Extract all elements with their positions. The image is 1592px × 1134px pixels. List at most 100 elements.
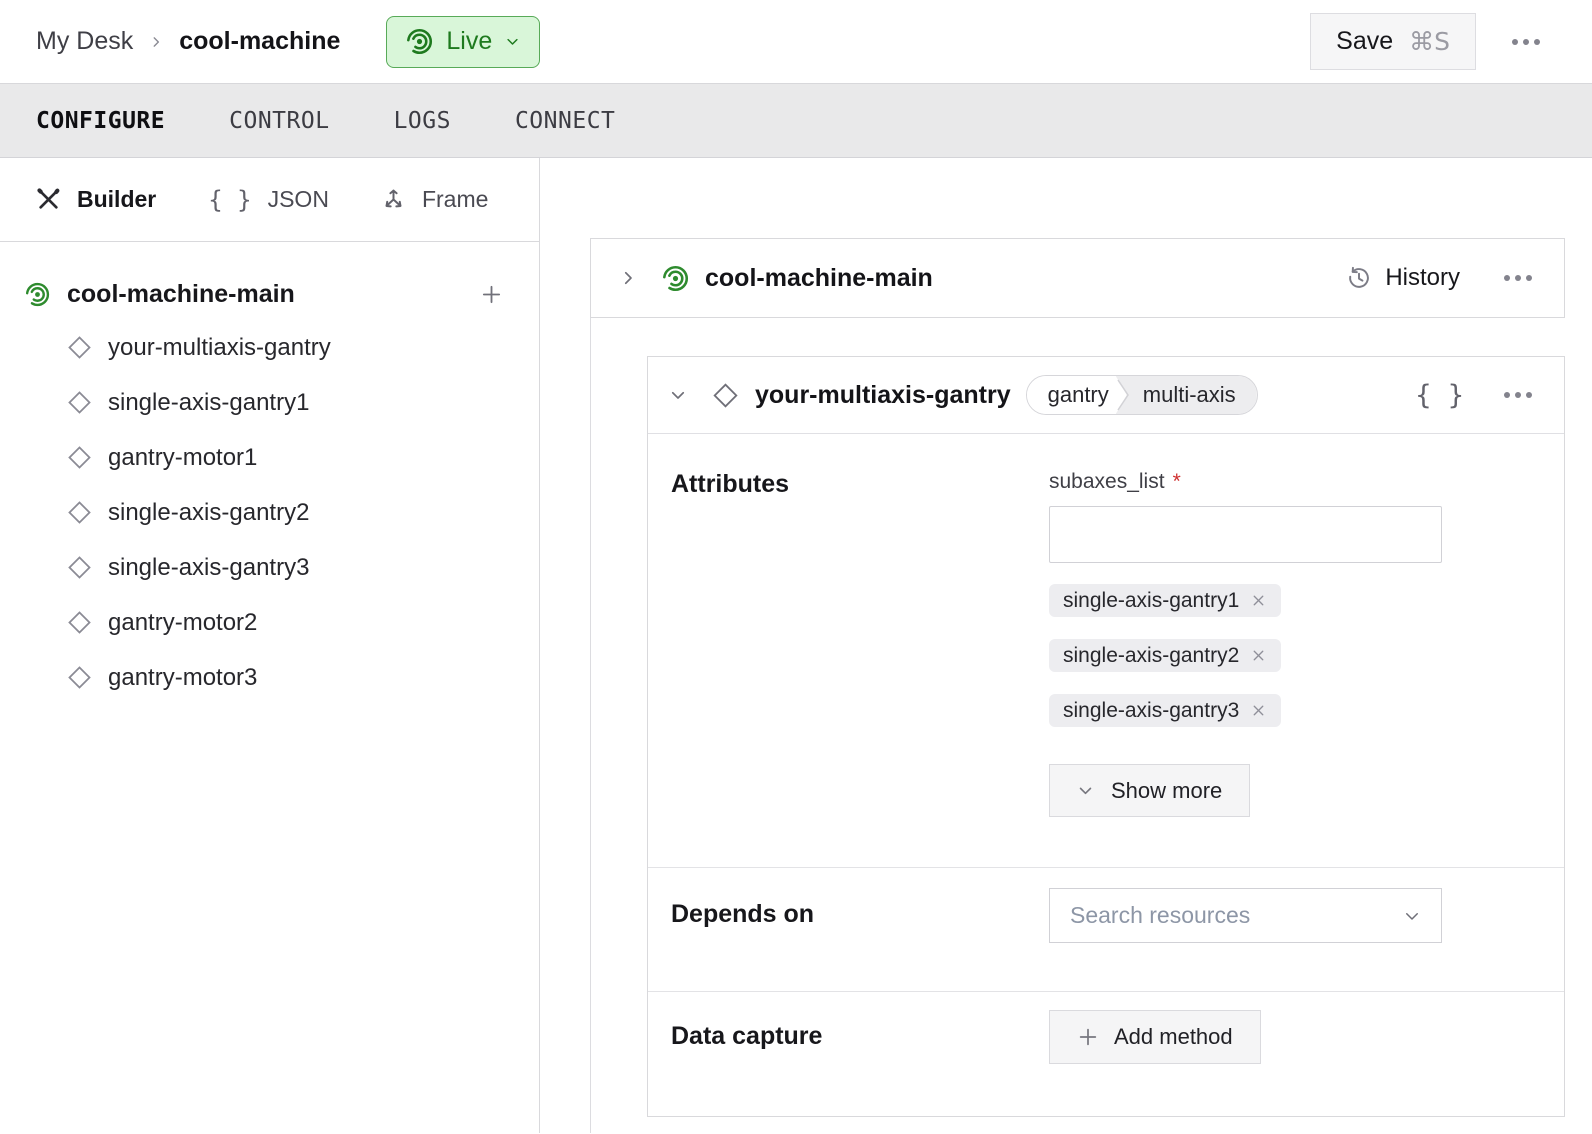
- data-capture-section-label: Data capture: [671, 1022, 1049, 1117]
- tree-item-label: single-axis-gantry3: [108, 554, 309, 582]
- attributes-section-label: Attributes: [671, 470, 1049, 867]
- component-type-tag: gantry multi-axis: [1026, 375, 1258, 415]
- save-button-label: Save: [1336, 27, 1393, 56]
- component-card-header: your-multiaxis-gantry gantry multi-axis …: [648, 357, 1564, 434]
- collapse-chevron-down-icon[interactable]: [669, 386, 687, 404]
- chevron-down-icon: [1077, 782, 1094, 799]
- machine-part-title: cool-machine-main: [705, 264, 933, 293]
- component-overflow-menu-button[interactable]: [1498, 386, 1538, 404]
- depends-on-section-label: Depends on: [671, 900, 1049, 991]
- component-card: your-multiaxis-gantry gantry multi-axis …: [647, 356, 1565, 1117]
- component-diamond-icon: [67, 555, 92, 580]
- chevron-down-icon: [505, 34, 520, 49]
- tree-item-label: your-multiaxis-gantry: [108, 334, 331, 362]
- mode-json[interactable]: { } JSON: [208, 186, 329, 214]
- mode-frame[interactable]: Frame: [381, 186, 488, 213]
- tree-item-single-axis-gantry1[interactable]: single-axis-gantry1: [0, 375, 539, 430]
- subaxes-chip-list: single-axis-gantry1 single-axis-gantry2: [1049, 584, 1564, 727]
- tree-item-gantry-motor1[interactable]: gantry-motor1: [0, 430, 539, 485]
- tree-item-your-multiaxis-gantry[interactable]: your-multiaxis-gantry: [0, 320, 539, 375]
- history-button-label: History: [1385, 264, 1460, 292]
- remove-chip-x-icon[interactable]: [1250, 647, 1267, 664]
- component-diamond-icon: [67, 500, 92, 525]
- tree-item-gantry-motor3[interactable]: gantry-motor3: [0, 650, 539, 705]
- configure-main-panel: cool-machine-main History your-: [540, 158, 1592, 1133]
- tab-control[interactable]: CONTROL: [229, 108, 329, 134]
- chevron-right-icon: [149, 35, 163, 49]
- tab-connect[interactable]: CONNECT: [515, 108, 615, 134]
- component-diamond-icon: [67, 390, 92, 415]
- component-diamond-icon: [67, 665, 92, 690]
- depends-on-select[interactable]: Search resources: [1049, 888, 1442, 943]
- chip-single-axis-gantry3: single-axis-gantry3: [1049, 694, 1281, 727]
- add-component-button[interactable]: [480, 283, 503, 306]
- data-capture-section: Data capture Add method: [648, 991, 1564, 1117]
- mode-json-label: JSON: [268, 186, 329, 213]
- chevron-down-icon: [1403, 907, 1421, 925]
- breadcrumb: My Desk cool-machine: [36, 27, 340, 56]
- history-button[interactable]: History: [1346, 264, 1460, 292]
- view-mode-bar: Builder { } JSON Frame: [0, 158, 539, 242]
- tree-item-label: single-axis-gantry1: [108, 389, 309, 417]
- mode-frame-label: Frame: [422, 186, 488, 213]
- required-asterisk: *: [1173, 470, 1181, 494]
- subaxes-list-field-label: subaxes_list *: [1049, 470, 1564, 494]
- remove-chip-x-icon[interactable]: [1250, 702, 1267, 719]
- plus-icon: [1077, 1026, 1099, 1048]
- tab-logs[interactable]: LOGS: [394, 108, 451, 134]
- add-method-button[interactable]: Add method: [1049, 1010, 1261, 1064]
- component-diamond-icon: [712, 382, 739, 409]
- tag-model: multi-axis: [1116, 376, 1257, 414]
- expand-chevron-right-icon[interactable]: [619, 269, 637, 287]
- add-method-label: Add method: [1114, 1024, 1233, 1050]
- tag-separator-chevron-icon: [1115, 376, 1131, 414]
- tag-type: gantry: [1027, 376, 1115, 414]
- edit-json-braces-icon[interactable]: { }: [1415, 380, 1464, 411]
- tree-item-single-axis-gantry3[interactable]: single-axis-gantry3: [0, 540, 539, 595]
- live-broadcast-icon: [25, 282, 50, 307]
- breadcrumb-current: cool-machine: [179, 27, 340, 56]
- live-badge-label: Live: [446, 27, 492, 56]
- tree-item-label: gantry-motor2: [108, 609, 257, 637]
- tree-item-gantry-motor2[interactable]: gantry-motor2: [0, 595, 539, 650]
- depends-on-placeholder: Search resources: [1070, 902, 1250, 929]
- component-diamond-icon: [67, 335, 92, 360]
- show-more-label: Show more: [1111, 778, 1222, 804]
- mode-builder[interactable]: Builder: [36, 186, 156, 213]
- tree-item-label: gantry-motor1: [108, 444, 257, 472]
- part-overflow-menu-button[interactable]: [1498, 269, 1538, 287]
- chip-single-axis-gantry1: single-axis-gantry1: [1049, 584, 1281, 617]
- remove-chip-x-icon[interactable]: [1250, 592, 1267, 609]
- component-title: your-multiaxis-gantry: [755, 381, 1011, 410]
- tree-connector-line: [590, 318, 591, 1133]
- component-diamond-icon: [67, 610, 92, 635]
- configure-sidebar: Builder { } JSON Frame: [0, 158, 540, 1133]
- depends-on-section: Depends on Search resources: [648, 867, 1564, 991]
- tree-item-single-axis-gantry2[interactable]: single-axis-gantry2: [0, 485, 539, 540]
- tree-root-label: cool-machine-main: [67, 280, 295, 309]
- live-broadcast-icon: [406, 28, 433, 55]
- mode-builder-label: Builder: [77, 186, 156, 213]
- live-broadcast-icon: [662, 265, 689, 292]
- machine-tab-bar: CONFIGURE CONTROL LOGS CONNECT: [0, 84, 1592, 158]
- top-bar: My Desk cool-machine Live Save ⌘S: [0, 0, 1592, 84]
- subaxes-list-input[interactable]: [1049, 506, 1442, 563]
- tools-icon: [36, 187, 61, 212]
- frame-axes-icon: [381, 187, 406, 212]
- show-more-button[interactable]: Show more: [1049, 764, 1250, 817]
- machine-part-card: cool-machine-main History: [590, 238, 1565, 318]
- braces-icon: { }: [208, 186, 251, 214]
- save-shortcut-hint: ⌘S: [1409, 27, 1450, 56]
- tab-configure[interactable]: CONFIGURE: [36, 108, 165, 134]
- live-status-badge[interactable]: Live: [386, 16, 540, 68]
- tree-item-label: gantry-motor3: [108, 664, 257, 692]
- component-diamond-icon: [67, 445, 92, 470]
- machine-overflow-menu-button[interactable]: [1506, 33, 1546, 51]
- tree-root-machine-part[interactable]: cool-machine-main: [0, 268, 539, 320]
- chip-single-axis-gantry2: single-axis-gantry2: [1049, 639, 1281, 672]
- tree-item-label: single-axis-gantry2: [108, 499, 309, 527]
- save-button[interactable]: Save ⌘S: [1310, 13, 1476, 70]
- resource-tree: cool-machine-main your-multiaxis-gantry …: [0, 242, 539, 705]
- attributes-section: Attributes subaxes_list * single-axis-ga…: [648, 434, 1564, 867]
- breadcrumb-root[interactable]: My Desk: [36, 27, 133, 56]
